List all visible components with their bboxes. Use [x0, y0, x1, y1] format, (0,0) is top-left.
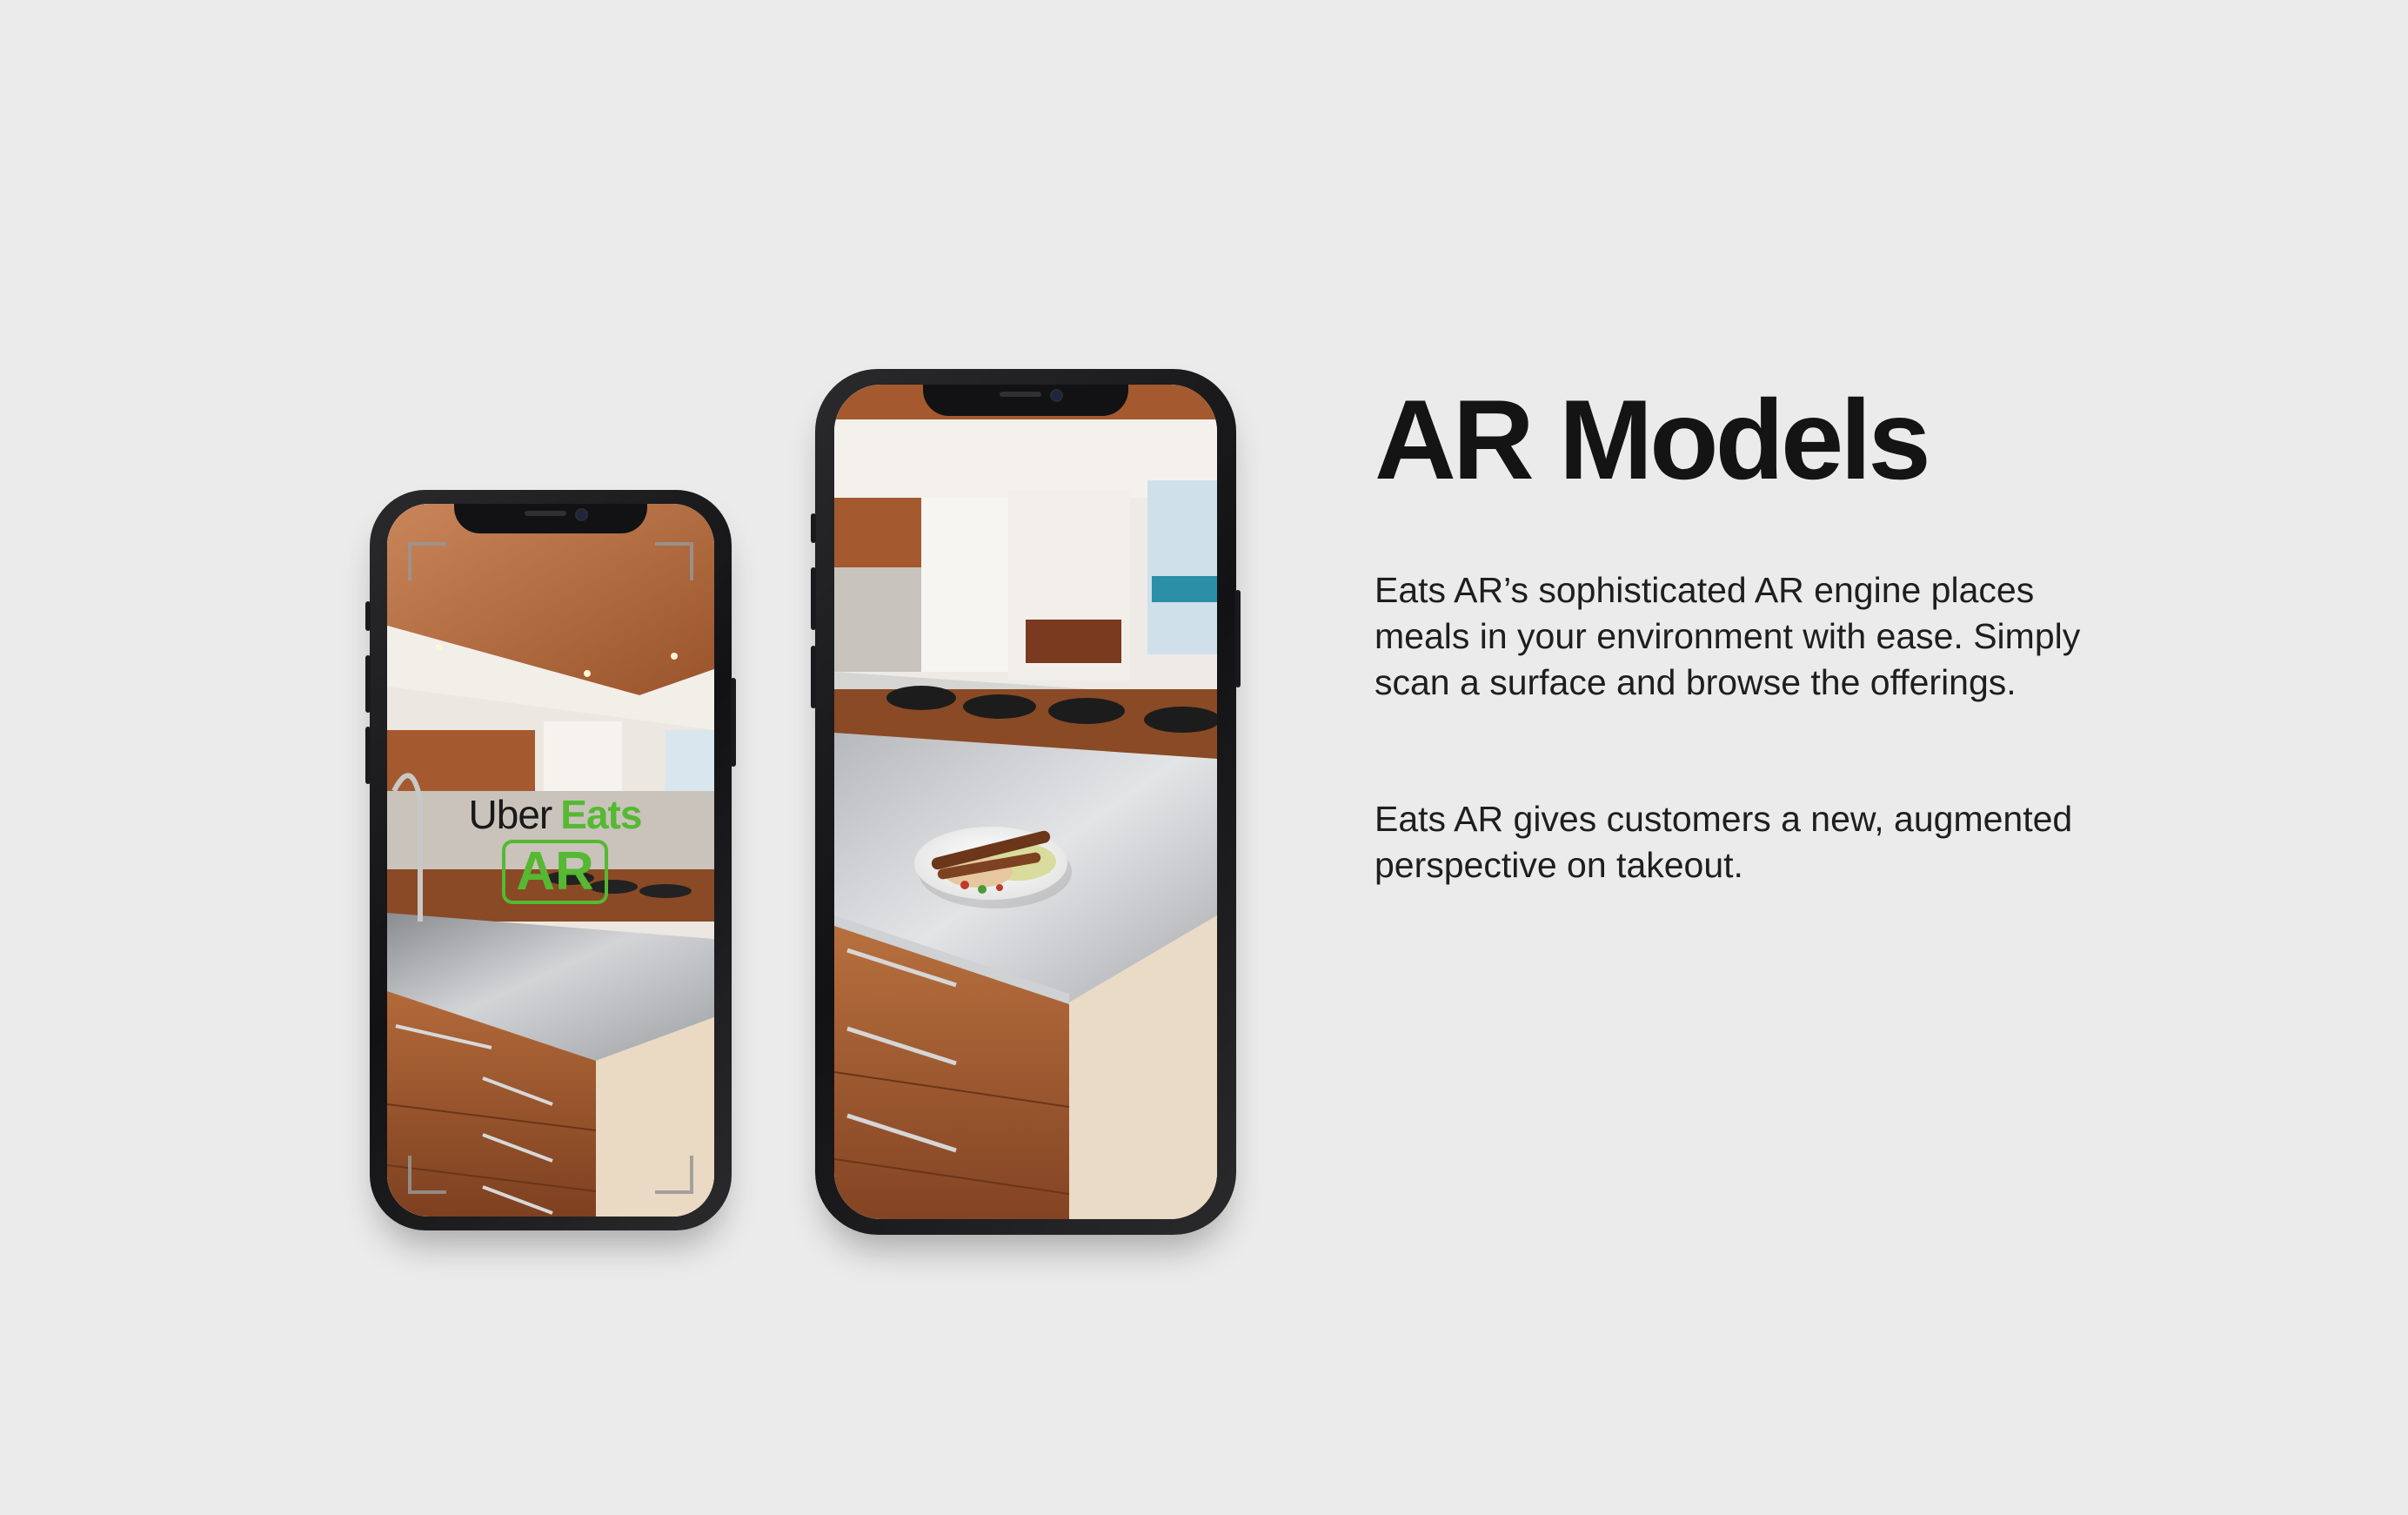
kitchen-ar-camera-view — [834, 385, 1217, 1219]
phone-notch — [923, 385, 1128, 416]
scan-frame-corner-bottom-left — [408, 1156, 446, 1194]
logo-product-text: Eats — [560, 792, 642, 837]
phone-power-button — [1235, 590, 1241, 687]
logo-ar-badge: AR — [502, 840, 608, 904]
phone-volume-up-button — [365, 655, 371, 713]
uber-eats-ar-logo: Uber Eats AR — [455, 794, 655, 904]
scan-frame-corner-bottom-right — [655, 1156, 693, 1194]
phone-power-button — [731, 678, 736, 767]
phone-speaker — [1000, 392, 1041, 397]
logo-brand-text: Uber — [468, 792, 553, 837]
description-paragraph-2: Eats AR gives customers a new, augmented… — [1375, 799, 2073, 885]
phone-volume-down-button — [811, 646, 816, 708]
phone-notch — [454, 504, 647, 533]
phone-screen-splash: Uber Eats AR — [387, 504, 714, 1217]
scan-frame-corner-top-left — [408, 542, 446, 580]
phone-mockup-ar-placement — [811, 369, 1241, 1235]
page-title: AR Models — [1375, 376, 1931, 503]
phone-mockup-splash: Uber Eats AR — [365, 490, 736, 1230]
phone-mute-switch — [365, 601, 371, 631]
phone-speaker — [525, 511, 566, 516]
description-paragraph-1: Eats AR’s sophisticated AR engine places… — [1375, 570, 2081, 702]
phone-volume-up-button — [811, 567, 816, 630]
front-camera-icon — [1050, 389, 1063, 402]
scan-frame-corner-top-right — [655, 542, 693, 580]
phone-volume-down-button — [365, 727, 371, 784]
front-camera-icon — [575, 508, 588, 521]
phone-mute-switch — [811, 513, 816, 543]
phone-screen-ar-placement — [834, 385, 1217, 1219]
